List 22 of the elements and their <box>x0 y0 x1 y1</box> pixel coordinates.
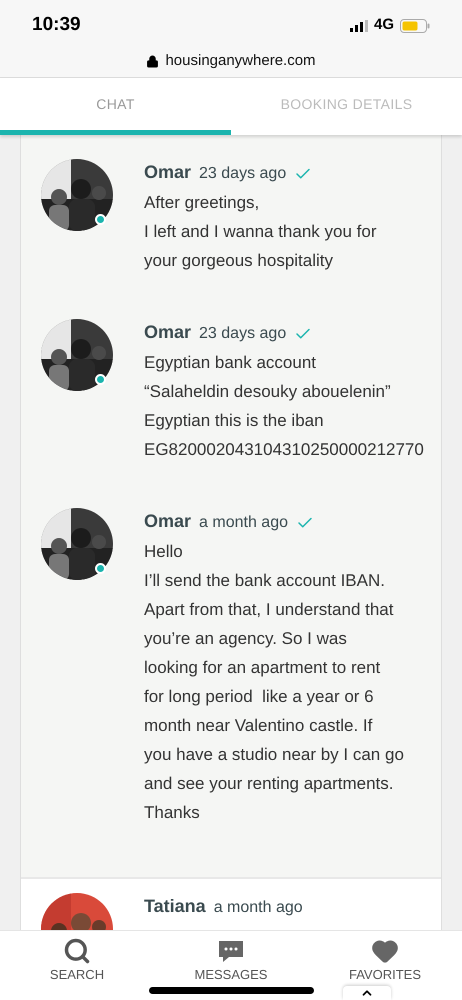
sender-name: Omar <box>144 510 192 533</box>
scroll-up-button[interactable] <box>343 986 391 1000</box>
sender-name: Tatiana <box>144 895 206 918</box>
message-time: a month ago <box>199 513 288 533</box>
message-text: Hello I’ll send the bank account IBAN. Apart from that, I understand that you’re an agency. So I was looking for an apartment to rent for long period like a year or 6 month near Valentino castle. If you have a studio near by I can go and see your renting apartments. Thanks <box>144 541 404 824</box>
sender-name: Omar <box>144 161 192 184</box>
sender-name: Omar <box>144 321 192 344</box>
nav-tab[interactable]: FAVORITES <box>308 931 462 1000</box>
network-label: 4G <box>374 15 394 36</box>
url-text: housinganywhere.com <box>165 50 316 71</box>
message-time: a month ago <box>214 898 303 918</box>
lock-icon <box>146 54 160 68</box>
message-time: 23 days ago <box>199 164 286 184</box>
search-icon <box>63 937 91 965</box>
nav-tab[interactable]: SEARCH <box>0 931 154 1000</box>
battery-icon <box>400 18 430 33</box>
message-text: Egyptian bank account “Salaheldin desouky abouelenin” Egyptian this is the iban EG820002043104310250000212770 <box>144 352 424 461</box>
message-text: After greetings, I left and I wanna thank you for your gorgeous hospitality <box>144 192 376 272</box>
signal-icon <box>350 20 368 32</box>
nav-tab[interactable]: MESSAGES <box>154 931 308 1000</box>
message-time: 23 days ago <box>199 324 286 344</box>
clock: 10:39 <box>32 13 81 38</box>
